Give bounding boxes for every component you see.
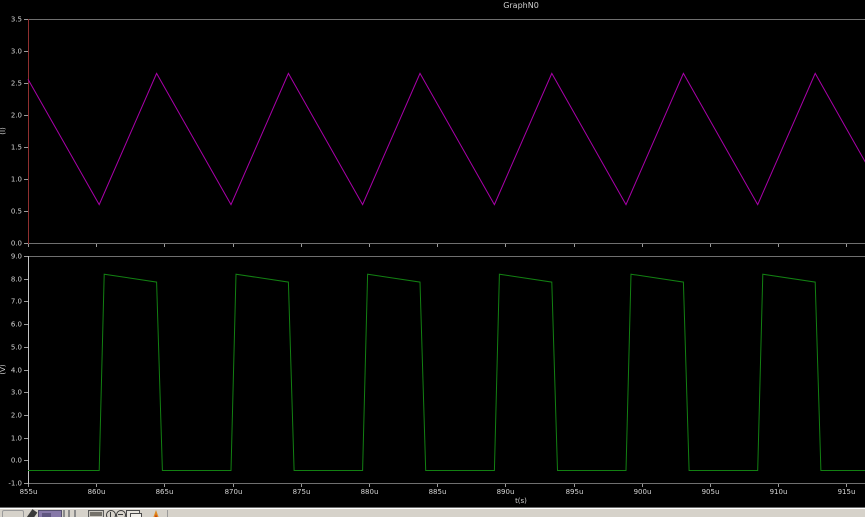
y-tick-label: -1.0 — [8, 480, 22, 488]
graph-window: GraphN0 3.5 3.0 2.5 2.0 1.5 1.0 0.5 0.0 (I) 9.0 8.… — [0, 0, 865, 517]
y-axis-title: (V) — [0, 364, 7, 375]
x-tick-label: 875u — [293, 488, 311, 496]
y-tick-label: 9.0 — [11, 253, 22, 261]
y-tick-label: 6.0 — [11, 321, 22, 329]
y-tick-label: 4.0 — [11, 367, 22, 375]
x-tick-label: 885u — [429, 488, 447, 496]
x-tick-label: 910u — [770, 488, 788, 496]
monitor-icon[interactable] — [88, 510, 104, 517]
y-tick-label: 1.0 — [11, 435, 22, 443]
bottom-toolbar — [0, 507, 865, 517]
toolbar-separator — [167, 510, 168, 517]
x-tick-label: 895u — [566, 488, 584, 496]
x-tick-label: 890u — [497, 488, 515, 496]
y-tick-label: 0.0 — [11, 457, 22, 465]
waveform-plot-area: 3.5 3.0 2.5 2.0 1.5 1.0 0.5 0.0 (I) 9.0 8.0 7.0 6.0 5… — [0, 16, 865, 505]
cascade-windows-icon[interactable] — [126, 510, 142, 517]
toolbar-button[interactable] — [2, 510, 24, 517]
x-tick-label: 855u — [20, 488, 38, 496]
x-tick-label: 880u — [361, 488, 379, 496]
zoom-in-icon[interactable] — [106, 510, 116, 517]
x-tick-label: 860u — [88, 488, 106, 496]
y-tick-label: 3.5 — [11, 16, 22, 24]
x-tick-label: 905u — [702, 488, 720, 496]
y-tick-label: 8.0 — [11, 276, 22, 284]
y-tick-label: 0.5 — [11, 208, 22, 216]
y-tick-label: 1.5 — [11, 144, 22, 152]
y-axis-title: (I) — [0, 127, 7, 135]
x-tick-label: 865u — [156, 488, 174, 496]
triangle-wave-trace — [27, 72, 865, 206]
square-wave-trace — [28, 273, 865, 471]
zoom-out-icon[interactable] — [116, 510, 126, 517]
x-tick-label: 870u — [225, 488, 243, 496]
x-tick-label: 900u — [634, 488, 652, 496]
y-tick-label: 7.0 — [11, 298, 22, 306]
y-tick-label: 5.0 — [11, 344, 22, 352]
y-tick-label: 3.0 — [11, 48, 22, 56]
y-tick-label: 2.0 — [11, 112, 22, 120]
y-tick-label: 0.0 — [11, 240, 22, 248]
y-tick-label: 2.5 — [11, 80, 22, 88]
x-tick-label: 915u — [838, 488, 856, 496]
faint-text-marks — [63, 510, 81, 517]
y-tick-label: 2.0 — [11, 412, 22, 420]
document-thumbnail-button[interactable] — [38, 510, 62, 517]
pen-icon[interactable] — [26, 509, 38, 517]
y-tick-label: 3.0 — [11, 389, 22, 397]
x-axis-title: t(s) — [515, 497, 527, 505]
flame-icon[interactable] — [152, 510, 160, 517]
y-tick-label: 1.0 — [11, 176, 22, 184]
